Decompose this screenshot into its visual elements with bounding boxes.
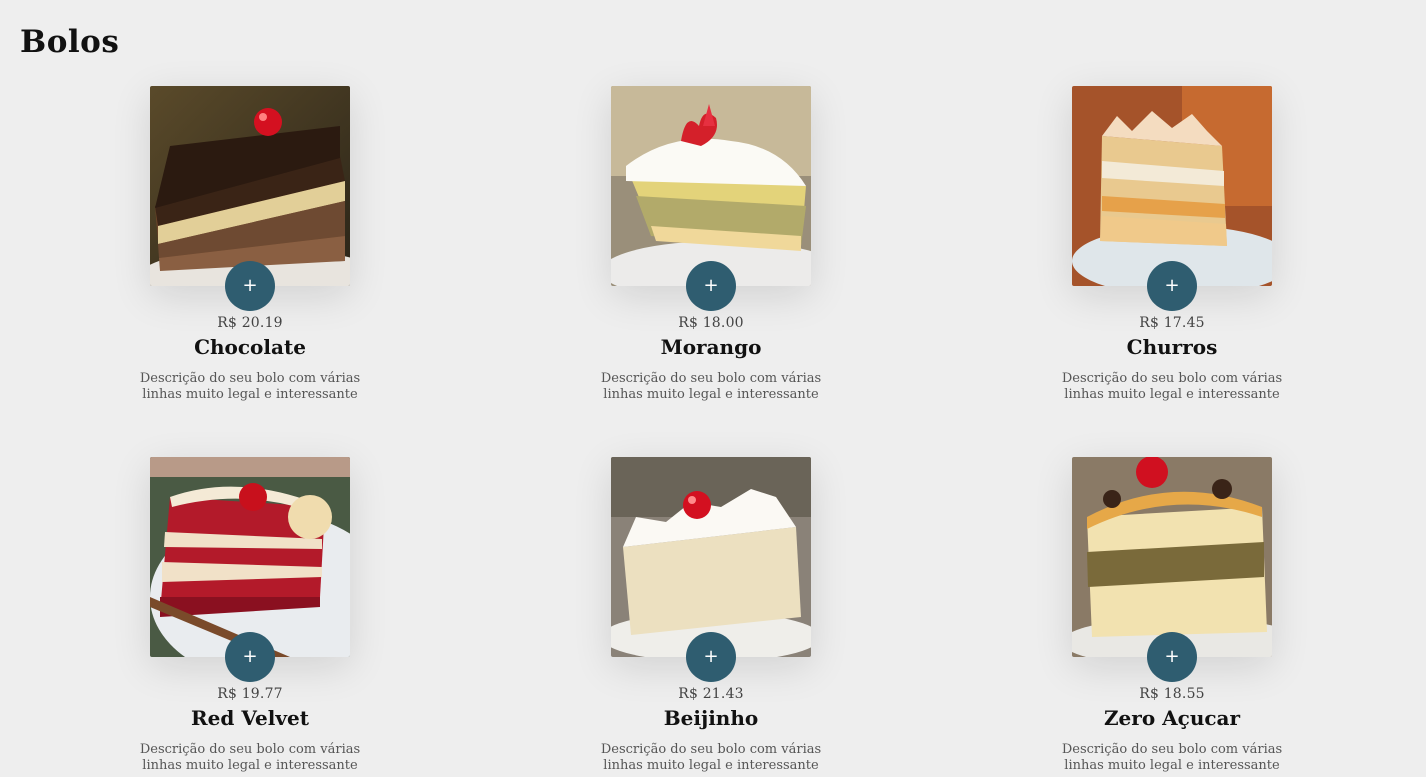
menu-page: Bolos + R$ 20.19 Chocolate Descrição do … (0, 0, 1426, 777)
product-price: R$ 20.19 (217, 315, 283, 331)
product-price: R$ 21.43 (678, 686, 744, 702)
section-title: Bolos (20, 24, 120, 60)
product-card-beijinho: + R$ 21.43 Beijinho Descrição do seu bol… (561, 457, 861, 777)
product-card-morango: + R$ 18.00 Morango Descrição do seu bolo… (561, 86, 861, 416)
red-velvet-cake-image (150, 457, 350, 657)
chocolate-cake-image (150, 86, 350, 286)
product-price: R$ 17.45 (1139, 315, 1205, 331)
product-description: Descrição do seu bolo com várias linhas … (600, 371, 822, 402)
strawberry-cake-image (611, 86, 811, 286)
product-description: Descrição do seu bolo com várias linhas … (139, 371, 361, 402)
product-description: Descrição do seu bolo com várias linhas … (1061, 742, 1283, 773)
product-name: Churros (1126, 335, 1218, 359)
add-to-cart-button[interactable]: + (1147, 632, 1197, 682)
product-name: Morango (660, 335, 762, 359)
add-to-cart-button[interactable]: + (1147, 261, 1197, 311)
product-card-zero-acucar: + R$ 18.55 Zero Açucar Descrição do seu … (1022, 457, 1322, 777)
product-card-chocolate: + R$ 20.19 Chocolate Descrição do seu bo… (100, 86, 400, 416)
product-description: Descrição do seu bolo com várias linhas … (139, 742, 361, 773)
product-price: R$ 19.77 (217, 686, 283, 702)
product-name: Beijinho (663, 706, 759, 730)
product-card-churros: + R$ 17.45 Churros Descrição do seu bolo… (1022, 86, 1322, 416)
product-name: Zero Açucar (1103, 706, 1241, 730)
product-name: Red Velvet (191, 706, 309, 730)
beijinho-cake-image (611, 457, 811, 657)
product-description: Descrição do seu bolo com várias linhas … (600, 742, 822, 773)
sugar-free-cake-image (1072, 457, 1272, 657)
product-price: R$ 18.00 (678, 315, 744, 331)
add-to-cart-button[interactable]: + (225, 632, 275, 682)
product-description: Descrição do seu bolo com várias linhas … (1061, 371, 1283, 402)
product-card-red-velvet: + R$ 19.77 Red Velvet Descrição do seu b… (100, 457, 400, 777)
add-to-cart-button[interactable]: + (225, 261, 275, 311)
add-to-cart-button[interactable]: + (686, 632, 736, 682)
add-to-cart-button[interactable]: + (686, 261, 736, 311)
churros-cake-image (1072, 86, 1272, 286)
product-price: R$ 18.55 (1139, 686, 1205, 702)
product-name: Chocolate (194, 335, 306, 359)
